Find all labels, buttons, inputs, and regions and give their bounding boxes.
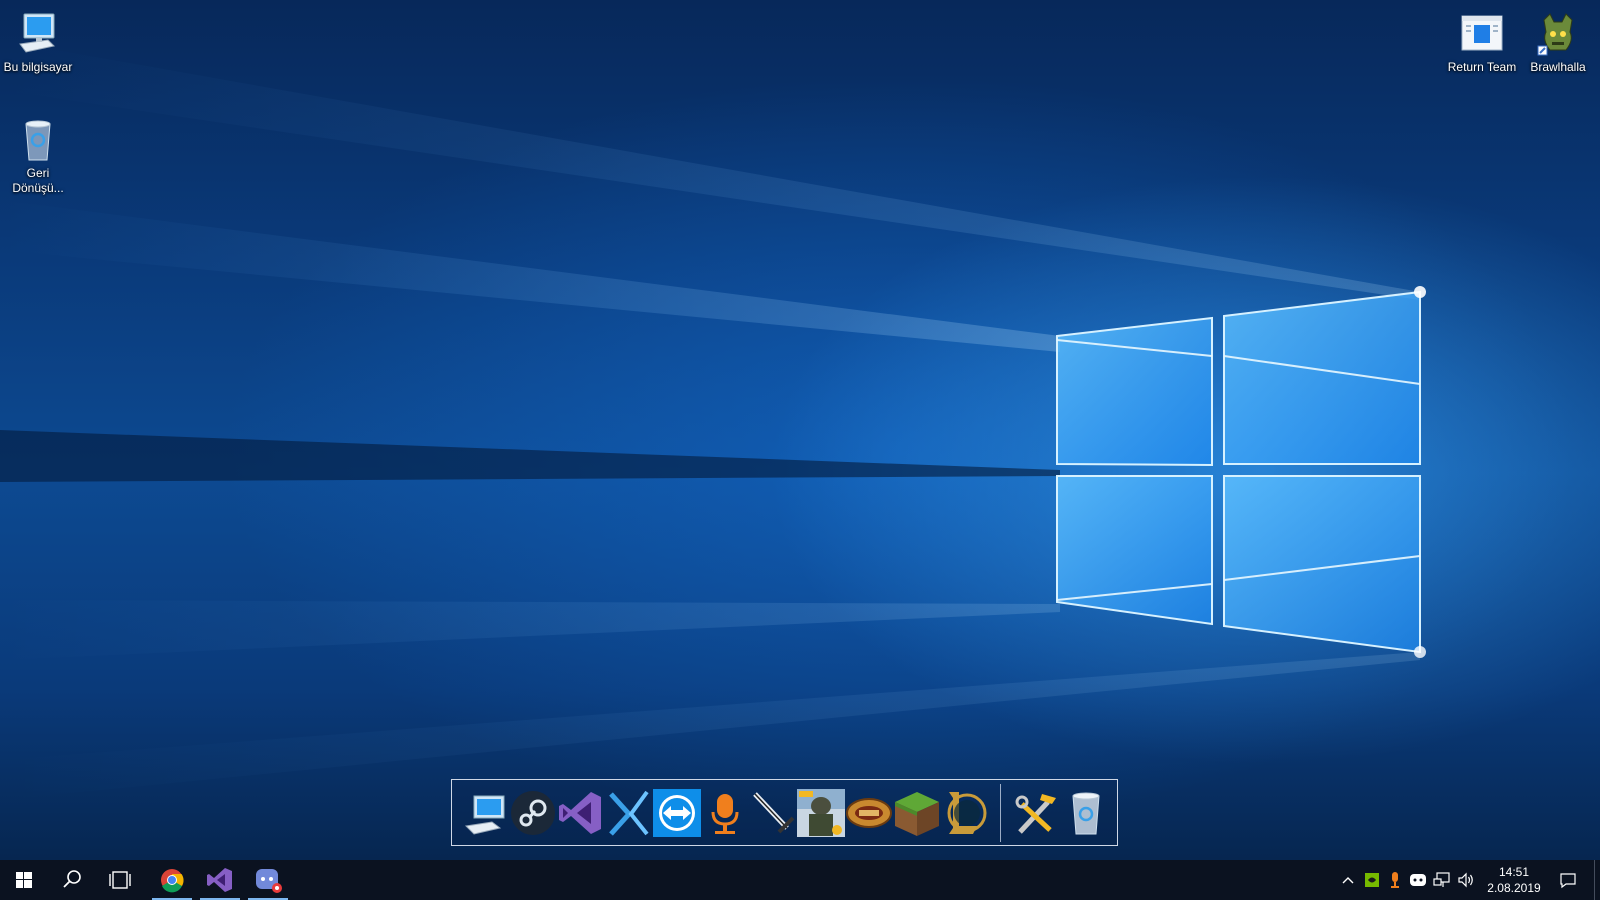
nvidia-icon bbox=[1365, 873, 1379, 887]
task-view-button[interactable] bbox=[96, 860, 144, 900]
tray-nvidia[interactable] bbox=[1362, 870, 1382, 890]
chevron-up-icon bbox=[1342, 877, 1354, 884]
minecraft-icon bbox=[895, 792, 939, 836]
action-center-button[interactable] bbox=[1558, 870, 1578, 890]
task-view-icon bbox=[109, 871, 131, 889]
desktop-icon-label: Bu bilgisayar bbox=[3, 60, 73, 74]
desktop-wallpaper bbox=[0, 0, 1600, 860]
league-of-legends-icon bbox=[947, 792, 987, 834]
taskbar: 14:51 2.08.2019 bbox=[0, 860, 1600, 900]
tray-overflow-button[interactable] bbox=[1338, 870, 1358, 890]
taskbar-visual-studio[interactable] bbox=[196, 860, 244, 900]
show-desktop-button[interactable] bbox=[1594, 860, 1600, 900]
sword-icon bbox=[753, 792, 795, 834]
dock-item-pubg[interactable] bbox=[797, 788, 845, 838]
taskbar-discord[interactable] bbox=[244, 860, 292, 900]
microphone-icon bbox=[1391, 872, 1399, 888]
desktop-icon-label: Geri Dönüşü... bbox=[12, 166, 64, 195]
computer-icon bbox=[464, 795, 505, 835]
windows-start-icon bbox=[16, 872, 32, 888]
dock-item-sword-game[interactable] bbox=[749, 788, 797, 838]
xamarin-icon bbox=[609, 790, 649, 836]
network-icon bbox=[1433, 872, 1450, 887]
discord-icon bbox=[256, 869, 282, 893]
clock-time: 14:51 bbox=[1498, 865, 1530, 879]
trash-icon bbox=[1072, 792, 1100, 835]
desktop-icon-label: Return Team bbox=[1447, 60, 1517, 74]
brawlhalla-icon bbox=[1534, 10, 1582, 58]
desktop-icon-return-team[interactable]: Return Team bbox=[1444, 10, 1520, 75]
dock-item-xamarin[interactable] bbox=[605, 788, 653, 838]
dock-item-microphone[interactable] bbox=[701, 788, 749, 838]
tray-volume[interactable] bbox=[1456, 870, 1476, 890]
volume-icon bbox=[1458, 872, 1473, 888]
teamviewer-icon bbox=[653, 789, 701, 837]
desktop-icon-this-pc[interactable]: Bu bilgisayar bbox=[0, 10, 76, 75]
action-center-icon bbox=[1560, 873, 1576, 889]
dock-separator bbox=[1000, 784, 1001, 842]
visual-studio-icon bbox=[207, 868, 232, 892]
recycle-bin-icon bbox=[14, 116, 62, 164]
tools-icon bbox=[1015, 794, 1056, 834]
dock-item-game-ring[interactable] bbox=[845, 788, 893, 838]
discord-icon bbox=[1410, 874, 1426, 886]
desktop-icon-label: Brawlhalla bbox=[1530, 60, 1586, 74]
clock-date: 2.08.2019 bbox=[1487, 881, 1541, 895]
desktop-icon-brawlhalla[interactable]: Brawlhalla bbox=[1520, 10, 1596, 75]
search-icon bbox=[63, 870, 81, 888]
app-dock bbox=[451, 779, 1118, 846]
tray-discord[interactable] bbox=[1408, 870, 1428, 890]
this-pc-icon bbox=[14, 10, 62, 58]
dock-item-tools[interactable] bbox=[1012, 788, 1060, 838]
visual-studio-icon bbox=[559, 792, 601, 834]
pubg-icon bbox=[797, 789, 845, 837]
microphone-icon bbox=[711, 794, 739, 834]
steam-icon bbox=[511, 791, 555, 835]
dock-item-league-of-legends[interactable] bbox=[941, 788, 989, 838]
search-button[interactable] bbox=[48, 860, 96, 900]
dock-item-steam[interactable] bbox=[509, 788, 557, 838]
tray-microphone[interactable] bbox=[1385, 870, 1405, 890]
dock-item-teamviewer[interactable] bbox=[653, 788, 701, 838]
chrome-icon bbox=[161, 869, 184, 893]
start-button[interactable] bbox=[0, 860, 48, 900]
dock-item-visual-studio[interactable] bbox=[557, 788, 605, 838]
tray-network[interactable] bbox=[1432, 870, 1452, 890]
windows-logo-light bbox=[0, 40, 1426, 800]
dock-item-computer[interactable] bbox=[462, 788, 510, 838]
dock-item-minecraft[interactable] bbox=[893, 788, 941, 838]
taskbar-clock[interactable]: 14:51 2.08.2019 bbox=[1482, 864, 1546, 896]
dock-item-trash[interactable] bbox=[1062, 788, 1110, 838]
game-ring-icon bbox=[846, 798, 892, 828]
window-app-icon bbox=[1458, 10, 1506, 58]
desktop-icon-recycle-bin[interactable]: Geri Dönüşü... bbox=[0, 116, 76, 196]
taskbar-chrome[interactable] bbox=[148, 860, 196, 900]
